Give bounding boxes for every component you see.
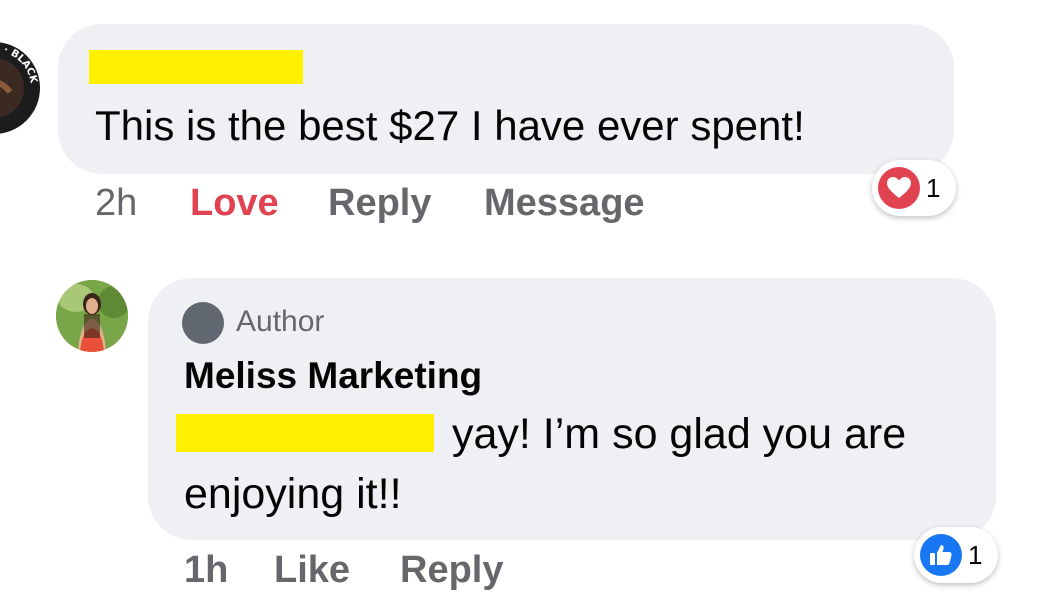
author-badge-icon bbox=[182, 302, 224, 344]
reply-link[interactable]: Reply bbox=[328, 182, 431, 225]
comment-bubble bbox=[58, 24, 954, 174]
reply-timestamp: 1h bbox=[184, 549, 229, 591]
like-link[interactable]: Like bbox=[274, 549, 350, 592]
reply-reaction-badge[interactable]: 1 bbox=[914, 527, 998, 583]
avatar-ring-logo: MATTER · BLACK bbox=[0, 43, 39, 132]
commenter-avatar[interactable]: MATTER · BLACK bbox=[0, 42, 40, 134]
thumbs-up-icon bbox=[920, 534, 962, 576]
reaction-count: 1 bbox=[926, 172, 941, 203]
author-avatar[interactable] bbox=[56, 280, 128, 352]
comment-timestamp: 2h bbox=[95, 182, 138, 224]
redacted-commenter-name bbox=[89, 50, 303, 84]
reaction-count: 1 bbox=[968, 539, 983, 570]
love-reaction-link[interactable]: Love bbox=[190, 182, 279, 225]
reply-reply-link[interactable]: Reply bbox=[400, 549, 503, 592]
reply-text-line2: enjoying it!! bbox=[184, 470, 402, 518]
comment-reaction-badge[interactable]: 1 bbox=[872, 160, 956, 216]
author-badge-label: Author bbox=[236, 305, 325, 338]
reply-text-line1: yay! I’m so glad you are bbox=[452, 410, 907, 458]
comment-text: This is the best $27 I have ever spent! bbox=[95, 102, 805, 149]
redacted-mention bbox=[176, 414, 434, 452]
message-link[interactable]: Message bbox=[484, 182, 645, 225]
heart-icon bbox=[878, 167, 920, 209]
reply-author-name[interactable]: Meliss Marketing bbox=[184, 355, 482, 397]
